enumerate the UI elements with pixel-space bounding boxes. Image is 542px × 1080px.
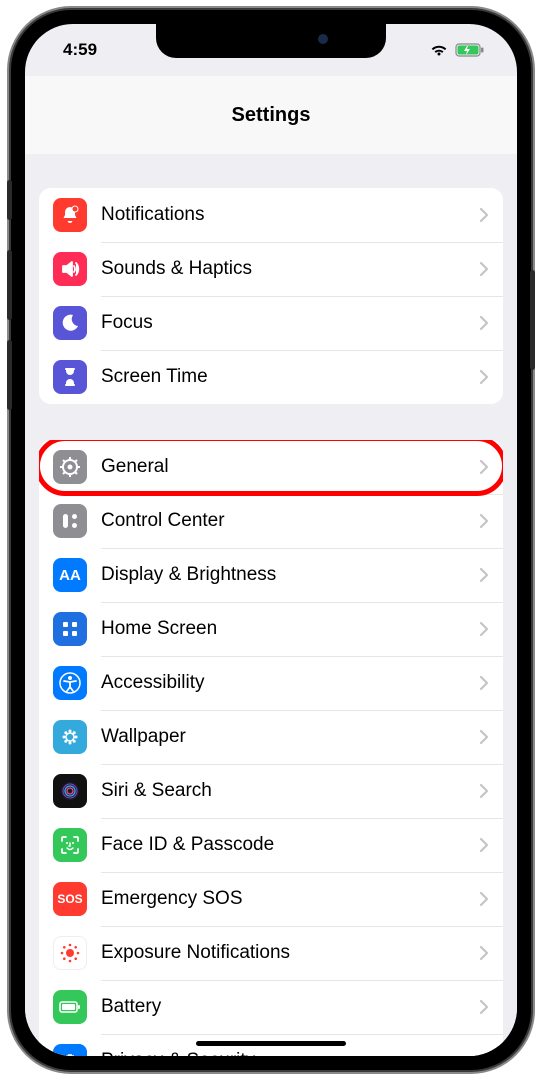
- row-label: Display & Brightness: [101, 564, 479, 586]
- row-label: Home Screen: [101, 618, 479, 640]
- row-control-center[interactable]: Control Center: [39, 494, 503, 548]
- row-label: Face ID & Passcode: [101, 834, 479, 856]
- chevron-right-icon: [479, 783, 489, 799]
- battery-charging-icon: [455, 43, 485, 57]
- row-sounds-haptics[interactable]: Sounds & Haptics: [39, 242, 503, 296]
- phone-frame: 4:59 Settings: [11, 10, 531, 1070]
- display-brightness-icon: AA: [53, 558, 87, 592]
- chevron-right-icon: [479, 207, 489, 223]
- row-accessibility[interactable]: Accessibility: [39, 656, 503, 710]
- row-label: Wallpaper: [101, 726, 479, 748]
- row-home-screen[interactable]: Home Screen: [39, 602, 503, 656]
- row-label: Sounds & Haptics: [101, 258, 479, 280]
- chevron-right-icon: [479, 999, 489, 1015]
- siri-icon: [53, 774, 87, 808]
- row-siri-search[interactable]: Siri & Search: [39, 764, 503, 818]
- home-indicator[interactable]: [196, 1041, 346, 1046]
- general-icon: [53, 450, 87, 484]
- row-label: Exposure Notifications: [101, 942, 479, 964]
- row-label: Accessibility: [101, 672, 479, 694]
- row-notifications[interactable]: Notifications: [39, 188, 503, 242]
- control-center-icon: [53, 504, 87, 538]
- chevron-right-icon: [479, 621, 489, 637]
- row-label: General: [101, 456, 479, 478]
- screen-time-icon: [53, 360, 87, 394]
- nav-header: Settings: [25, 76, 517, 154]
- page-title: Settings: [232, 104, 311, 127]
- row-face-id-passcode[interactable]: Face ID & Passcode: [39, 818, 503, 872]
- row-battery[interactable]: Battery: [39, 980, 503, 1034]
- row-exposure-notifications[interactable]: Exposure Notifications: [39, 926, 503, 980]
- side-button: [530, 270, 535, 370]
- sounds-icon: [53, 252, 87, 286]
- notch: [156, 24, 386, 58]
- notifications-icon: [53, 198, 87, 232]
- chevron-right-icon: [479, 945, 489, 961]
- settings-group-2: General Control Center AA Display & Brig…: [39, 440, 503, 1056]
- row-label: Siri & Search: [101, 780, 479, 802]
- chevron-right-icon: [479, 837, 489, 853]
- exposure-notifications-icon: [53, 936, 87, 970]
- chevron-right-icon: [479, 315, 489, 331]
- wifi-icon: [429, 43, 449, 57]
- row-label: Privacy & Security: [101, 1050, 479, 1056]
- ringer-switch: [7, 180, 12, 220]
- status-time: 4:59: [63, 40, 97, 60]
- home-screen-icon: [53, 612, 87, 646]
- row-label: Focus: [101, 312, 479, 334]
- chevron-right-icon: [479, 1053, 489, 1056]
- screen: 4:59 Settings: [25, 24, 517, 1056]
- focus-icon: [53, 306, 87, 340]
- chevron-right-icon: [479, 567, 489, 583]
- row-label: Control Center: [101, 510, 479, 532]
- volume-up-button: [7, 250, 12, 320]
- front-camera: [318, 34, 328, 44]
- row-label: Screen Time: [101, 366, 479, 388]
- settings-group-1: Notifications Sounds & Haptics Focus: [39, 188, 503, 404]
- face-id-icon: [53, 828, 87, 862]
- row-emergency-sos[interactable]: SOS Emergency SOS: [39, 872, 503, 926]
- chevron-right-icon: [479, 675, 489, 691]
- emergency-sos-icon: SOS: [53, 882, 87, 916]
- wallpaper-icon: [53, 720, 87, 754]
- privacy-icon: [53, 1044, 87, 1056]
- chevron-right-icon: [479, 261, 489, 277]
- chevron-right-icon: [479, 729, 489, 745]
- accessibility-icon: [53, 666, 87, 700]
- row-wallpaper[interactable]: Wallpaper: [39, 710, 503, 764]
- row-label: Battery: [101, 996, 479, 1018]
- volume-down-button: [7, 340, 12, 410]
- row-display-brightness[interactable]: AA Display & Brightness: [39, 548, 503, 602]
- settings-list[interactable]: Notifications Sounds & Haptics Focus: [25, 154, 517, 1056]
- battery-icon: [53, 990, 87, 1024]
- row-general[interactable]: General: [39, 440, 503, 494]
- row-focus[interactable]: Focus: [39, 296, 503, 350]
- row-screen-time[interactable]: Screen Time: [39, 350, 503, 404]
- chevron-right-icon: [479, 891, 489, 907]
- status-right: [429, 43, 485, 57]
- row-label: Emergency SOS: [101, 888, 479, 910]
- row-label: Notifications: [101, 204, 479, 226]
- chevron-right-icon: [479, 369, 489, 385]
- chevron-right-icon: [479, 459, 489, 475]
- chevron-right-icon: [479, 513, 489, 529]
